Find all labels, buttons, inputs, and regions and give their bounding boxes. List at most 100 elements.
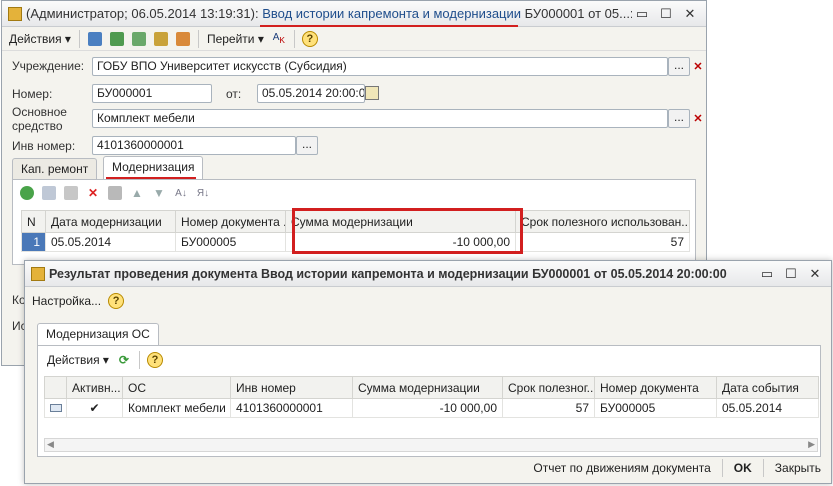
asset-field[interactable]: Комплект мебели xyxy=(92,109,668,128)
end-edit-icon[interactable] xyxy=(105,183,125,203)
row-inv[interactable]: 4101360000001 xyxy=(230,398,353,418)
number-value: БУ000001 xyxy=(97,86,153,100)
settings-label: Настройка... xyxy=(32,294,102,308)
table-row[interactable]: ✔ Комплект мебели 4101360000001 -10 000,… xyxy=(44,398,819,418)
col-active-header[interactable]: Активн... xyxy=(66,376,123,399)
number-label: Номер: xyxy=(12,87,53,101)
sort-desc-icon[interactable]: Я↓ xyxy=(193,183,213,203)
help-glyph: ? xyxy=(301,30,318,47)
col-date-header[interactable]: Дата модернизации xyxy=(45,210,176,233)
calendar-icon[interactable] xyxy=(365,86,379,100)
add-row-icon[interactable] xyxy=(17,183,37,203)
posting-result-titlebar[interactable]: Результат проведения документа Ввод исто… xyxy=(25,261,831,287)
toolbar-separator xyxy=(197,29,199,48)
inv-number-label: Инв номер: xyxy=(12,139,76,153)
result-help-icon[interactable]: ? xyxy=(106,291,126,311)
row-term[interactable]: 57 xyxy=(515,232,690,252)
number-field[interactable]: БУ000001 xyxy=(92,84,212,103)
result-table-toolbar: Действия ▾ ⟳ ? xyxy=(38,346,820,374)
col-n-header[interactable]: N xyxy=(21,210,46,233)
row-event-date[interactable]: 05.05.2014 xyxy=(716,398,819,418)
maximize-button[interactable]: ☐ xyxy=(656,5,676,23)
col-term-header[interactable]: Срок полезног... xyxy=(502,376,595,399)
ok-button[interactable]: OK xyxy=(734,461,752,475)
title-suffix: БУ000001 от 05...:00 xyxy=(524,6,632,21)
actions-menu-button[interactable]: Действия ▾ xyxy=(6,29,74,49)
structure-icon[interactable] xyxy=(173,29,193,49)
result-close-button[interactable]: ✕ xyxy=(805,265,825,283)
row-n[interactable]: 1 xyxy=(21,232,46,252)
asset-select-button[interactable]: ... xyxy=(668,109,690,128)
col-os-header[interactable]: ОС xyxy=(122,376,231,399)
institution-clear-icon[interactable]: ✕ xyxy=(692,61,704,73)
title-underline xyxy=(260,25,518,27)
row-active[interactable]: ✔ xyxy=(66,398,123,418)
refresh-icon[interactable]: ⟳ xyxy=(114,350,134,370)
result-minimize-button[interactable]: ▭ xyxy=(757,265,777,283)
post-icon[interactable] xyxy=(129,29,149,49)
minimize-button[interactable]: ▭ xyxy=(632,5,652,23)
inv-number-field[interactable]: 4101360000001 xyxy=(92,136,296,155)
settings-button[interactable]: Настройка... xyxy=(29,291,104,311)
result-actions-button[interactable]: Действия ▾ xyxy=(44,350,112,370)
date-value: 05.05.2014 20:00:00 xyxy=(262,86,365,100)
asset-clear-icon[interactable]: ✕ xyxy=(692,113,704,125)
row-doc[interactable]: БУ000005 xyxy=(594,398,717,418)
col-doc-header[interactable]: Номер документа ... xyxy=(175,210,286,233)
inv-number-select-button[interactable]: ... xyxy=(296,136,318,155)
delete-row-icon[interactable]: ✕ xyxy=(83,183,103,203)
result-header-row: Активн... ОС Инв номер Сумма модернизаци… xyxy=(44,376,819,399)
date-field[interactable]: 05.05.2014 20:00:00 xyxy=(257,84,365,103)
col-event-date-header[interactable]: Дата события xyxy=(716,376,819,399)
goto-menu-button[interactable]: Перейти ▾ xyxy=(204,29,267,49)
spellcheck-icon[interactable]: AK xyxy=(269,29,289,49)
col-sum-header[interactable]: Сумма модернизации xyxy=(352,376,503,399)
result-maximize-button[interactable]: ☐ xyxy=(781,265,801,283)
institution-value: ГОБУ ВПО Университет искусств (Субсидия) xyxy=(97,59,347,73)
row-os[interactable]: Комплект мебели xyxy=(122,398,231,418)
tab-capital-repair-label: Кап. ремонт xyxy=(21,162,89,176)
movements-report-link[interactable]: Отчет по движениям документа xyxy=(533,461,710,475)
col-doc-header[interactable]: Номер документа xyxy=(594,376,717,399)
result-table-help-icon[interactable]: ? xyxy=(145,350,165,370)
copy-row-icon[interactable] xyxy=(39,183,59,203)
col-icon-header[interactable] xyxy=(44,376,67,399)
sort-asc-icon[interactable]: A↓ xyxy=(171,183,191,203)
edit-row-icon[interactable] xyxy=(61,183,81,203)
document-window-titlebar[interactable]: (Администратор; 06.05.2014 13:19:31): Вв… xyxy=(2,1,706,27)
toolbar-separator xyxy=(138,351,140,369)
post-and-close-icon[interactable] xyxy=(85,29,105,49)
row-term[interactable]: 57 xyxy=(502,398,595,418)
row-sum[interactable]: -10 000,00 xyxy=(352,398,503,418)
row-date[interactable]: 05.05.2014 xyxy=(45,232,176,252)
posting-result-title: Результат проведения документа Ввод исто… xyxy=(49,266,727,281)
col-term-header[interactable]: Срок полезного использован... xyxy=(515,210,690,233)
institution-field[interactable]: ГОБУ ВПО Университет искусств (Субсидия) xyxy=(92,57,668,76)
move-up-icon[interactable]: ▲ xyxy=(127,183,147,203)
title-prefix: (Администратор; 06.05.2014 13:19:31): xyxy=(26,6,263,21)
close-button[interactable]: ✕ xyxy=(680,5,700,23)
footer-separator xyxy=(721,459,723,477)
horizontal-scrollbar[interactable]: ◀ ▶ xyxy=(44,438,818,452)
scroll-left-icon[interactable]: ◀ xyxy=(47,439,54,450)
close-dialog-button[interactable]: Закрыть xyxy=(775,461,821,475)
institution-select-button[interactable]: ... xyxy=(668,57,690,76)
save-icon[interactable] xyxy=(107,29,127,49)
goto-label: Перейти xyxy=(206,31,255,46)
move-down-icon[interactable]: ▼ xyxy=(149,183,169,203)
tab-capital-repair[interactable]: Кап. ремонт xyxy=(12,158,98,180)
app-icon xyxy=(8,6,22,21)
tab-os-modernization[interactable]: Модернизация ОС xyxy=(37,323,159,347)
result-panel: Действия ▾ ⟳ ? Активн... ОС Инв номер Су… xyxy=(37,345,821,457)
movements-icon[interactable] xyxy=(151,29,171,49)
record-icon xyxy=(44,398,67,418)
help-icon[interactable]: ? xyxy=(300,29,320,49)
scroll-right-icon[interactable]: ▶ xyxy=(808,439,815,450)
help-glyph: ? xyxy=(108,293,125,309)
row-doc[interactable]: БУ000005 xyxy=(175,232,286,252)
posting-result-window: Результат проведения документа Ввод исто… xyxy=(24,260,832,484)
document-toolbar: Действия ▾ Перейти ▾ AK ? xyxy=(2,27,706,51)
result-table: Активн... ОС Инв номер Сумма модернизаци… xyxy=(44,376,819,418)
asset-value: Комплект мебели xyxy=(97,111,195,125)
col-inv-header[interactable]: Инв номер xyxy=(230,376,353,399)
